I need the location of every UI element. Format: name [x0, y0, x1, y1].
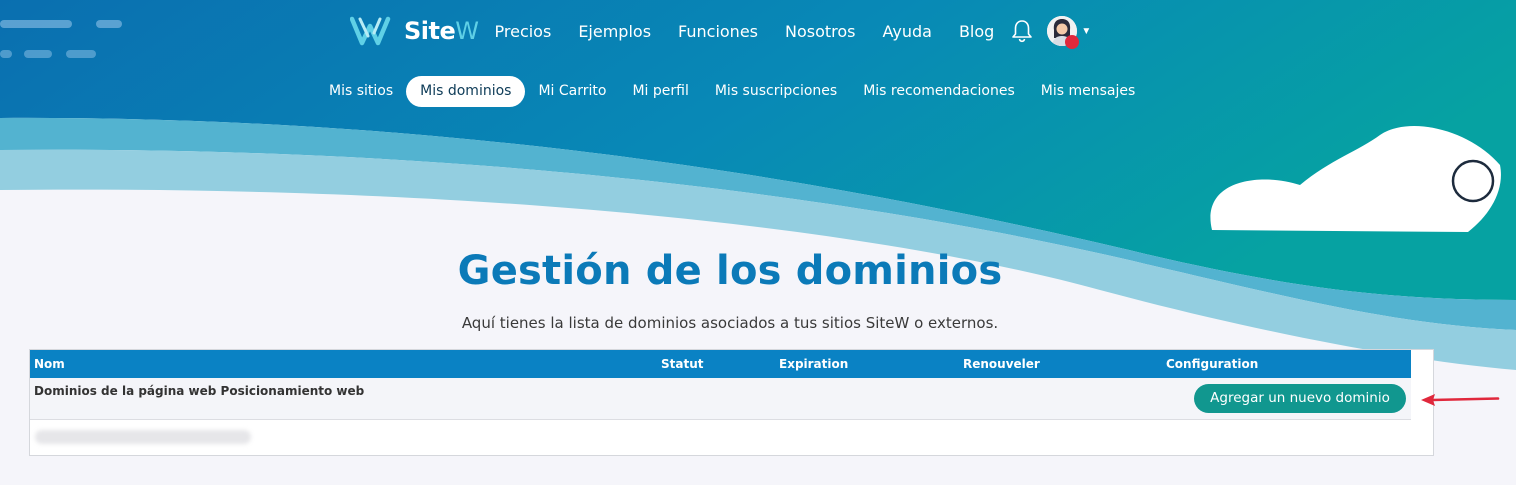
- nav-funciones[interactable]: Funciones: [678, 22, 758, 41]
- top-navigation: SiteW Precios Ejemplos Funciones Nosotro…: [350, 14, 1092, 49]
- column-header-expiration: Expiration: [779, 357, 849, 371]
- menu-mi-carrito[interactable]: Mi Carrito: [525, 76, 619, 107]
- add-domain-button[interactable]: Agregar un nuevo dominio: [1194, 384, 1406, 413]
- caret-down-icon: ▼: [1081, 25, 1092, 37]
- menu-mis-suscripciones[interactable]: Mis suscripciones: [702, 76, 850, 107]
- annotation-arrow-icon: [1421, 394, 1500, 406]
- page-title: Gestión de los dominios: [457, 248, 1003, 294]
- table-group-row: Dominios de la página web Posicionamient…: [30, 378, 1411, 420]
- decorative-dashes: [0, 20, 122, 58]
- group-label: Dominios de la página web Posicionamient…: [34, 384, 365, 398]
- logo-text: SiteW: [404, 17, 479, 45]
- column-header-nom: Nom: [34, 357, 65, 371]
- menu-mi-perfil[interactable]: Mi perfil: [619, 76, 701, 107]
- menu-mis-mensajes[interactable]: Mis mensajes: [1028, 76, 1149, 107]
- account-menu: Mis sitios Mis dominios Mi Carrito Mi pe…: [316, 75, 1148, 107]
- column-header-configuration: Configuration: [1166, 357, 1259, 371]
- notification-dot: [1065, 35, 1080, 49]
- column-header-statut: Statut: [661, 357, 704, 371]
- table-header: Nom Statut Expiration Renouveler Configu…: [30, 350, 1411, 378]
- blurred-domain-row: [35, 430, 251, 444]
- nav-precios[interactable]: Precios: [495, 22, 552, 41]
- column-header-renouveler: Renouveler: [963, 357, 1040, 371]
- user-menu[interactable]: ▼: [1047, 16, 1092, 49]
- sitew-logo-mark-icon: [350, 16, 391, 46]
- nav-blog[interactable]: Blog: [959, 22, 994, 41]
- domains-table: Nom Statut Expiration Renouveler Configu…: [29, 349, 1434, 456]
- nav-ejemplos[interactable]: Ejemplos: [578, 22, 651, 41]
- menu-mis-dominios[interactable]: Mis dominios: [406, 75, 526, 107]
- sitew-logo[interactable]: SiteW: [350, 16, 479, 46]
- menu-mis-recomendaciones[interactable]: Mis recomendaciones: [850, 76, 1028, 107]
- page-subtitle: Aquí tienes la lista de dominios asociad…: [461, 314, 999, 332]
- nav-ayuda[interactable]: Ayuda: [883, 22, 932, 41]
- bell-icon[interactable]: [1011, 19, 1033, 43]
- nav-nosotros[interactable]: Nosotros: [785, 22, 856, 41]
- menu-mis-sitios[interactable]: Mis sitios: [316, 76, 406, 107]
